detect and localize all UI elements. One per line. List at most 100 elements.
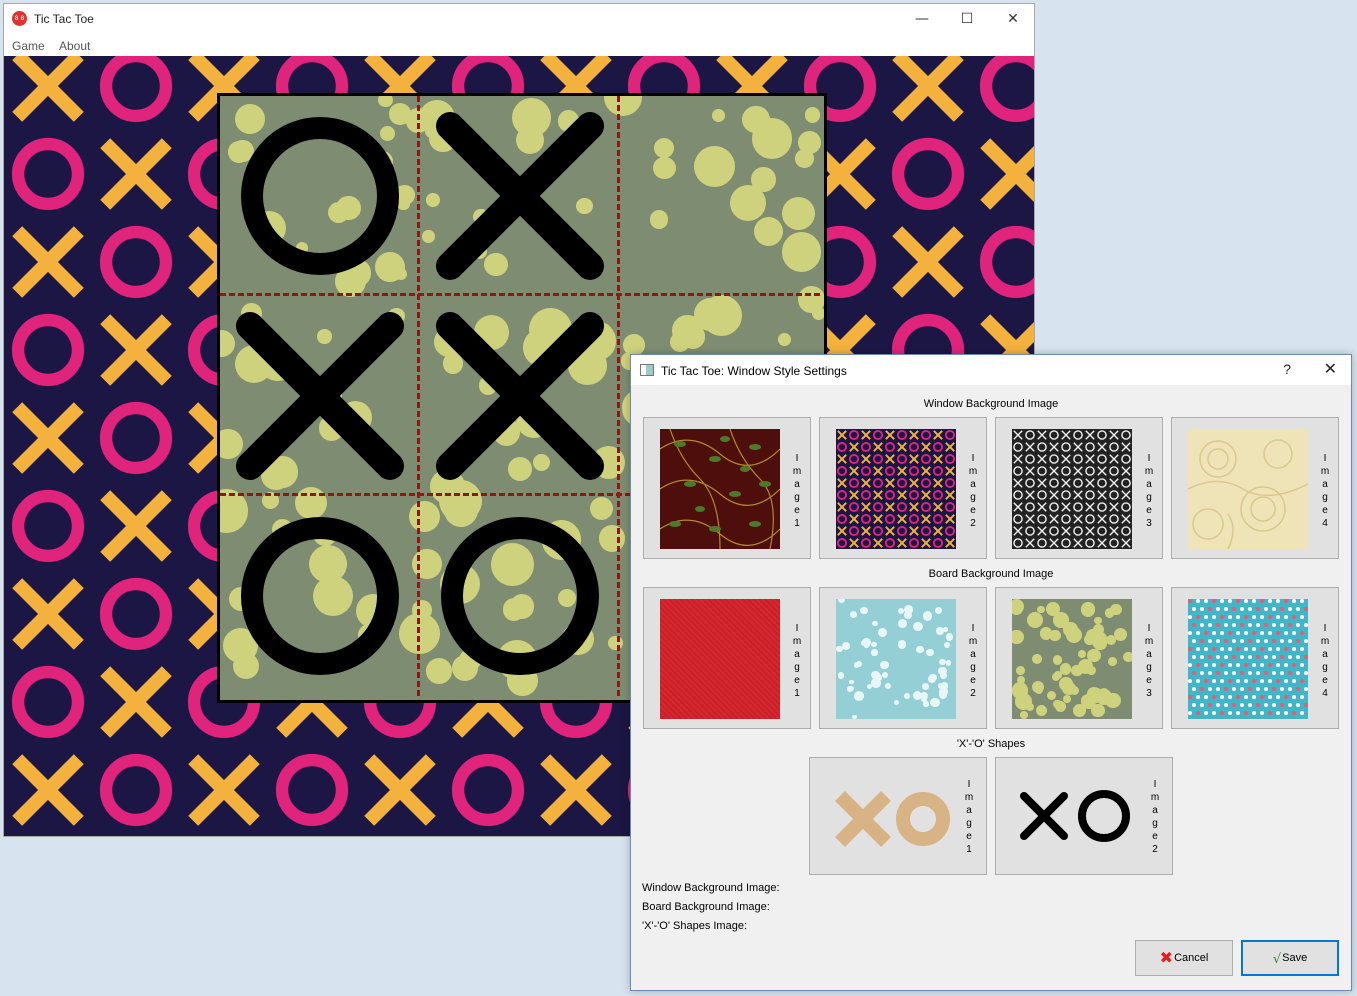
- pattern-o-icon: [972, 56, 1034, 130]
- thumb-dot: [1276, 663, 1280, 667]
- help-icon[interactable]: ?: [1283, 361, 1291, 377]
- thumb-x-icon: [1061, 502, 1071, 512]
- board-bg-image-2-button[interactable]: I m a g e 2: [819, 587, 987, 729]
- cell-x-mark[interactable]: [420, 96, 620, 296]
- thumb-dot: [897, 640, 907, 649]
- thumb-o-icon: [1097, 454, 1107, 464]
- thumb-dot: [1212, 615, 1216, 619]
- thumb-dot: [1272, 607, 1276, 611]
- window-bg-image-2-button[interactable]: I m a g e 2: [819, 417, 987, 559]
- xo-chalk-thumbnail: [1012, 429, 1132, 549]
- thumb-dot: [1031, 654, 1042, 665]
- thumb-dot: [837, 672, 845, 680]
- thumb-dot: [1296, 623, 1300, 627]
- paisley-thumbnail: [1188, 429, 1308, 549]
- thumb-x-icon: [861, 478, 871, 488]
- thumb-o-icon: [932, 537, 944, 549]
- thumb-o-icon: [1049, 502, 1059, 512]
- board-bg-image-4-button[interactable]: I m a g e 4: [1171, 587, 1339, 729]
- thumb-dot: [1272, 671, 1276, 675]
- thumb-dot: [1200, 655, 1204, 659]
- pattern-o-icon: [92, 218, 180, 306]
- thumb-dot: [1192, 639, 1196, 643]
- thumb-dot: [1232, 687, 1236, 691]
- thumb-dot: [1220, 695, 1224, 699]
- minimize-icon[interactable]: —: [899, 4, 945, 34]
- thumb-dot: [1228, 631, 1232, 635]
- thumb-o-icon: [944, 453, 956, 465]
- board-bg-image-3-button[interactable]: I m a g e 3: [995, 587, 1163, 729]
- window-bg-image-3-button[interactable]: I m a g e 3: [995, 417, 1163, 559]
- thumb-dot: [1284, 631, 1288, 635]
- thumb-o-icon: [848, 453, 860, 465]
- thumb-o-icon: [848, 501, 860, 513]
- save-button[interactable]: √Save: [1241, 940, 1339, 976]
- cell-x-mark[interactable]: [220, 296, 420, 496]
- thumb-dot: [923, 701, 929, 707]
- shapes-image-2-button[interactable]: I m a g e 2: [995, 757, 1173, 875]
- thumb-o-icon: [920, 477, 932, 489]
- thumb-dot: [1236, 663, 1240, 667]
- thumb-dot: [1300, 711, 1304, 715]
- thumb-dot: [1204, 695, 1208, 699]
- thumb-dot: [1046, 690, 1056, 700]
- thumb-o-icon: [944, 501, 956, 513]
- thumb-dot: [1252, 711, 1256, 715]
- thumb-dot: [1200, 687, 1204, 691]
- pattern-o-icon: [4, 306, 92, 394]
- cancel-x-icon: ✖: [1159, 948, 1174, 967]
- thumb-dot: [1288, 655, 1292, 659]
- thumb-dot: [1208, 687, 1212, 691]
- thumb-dot: [1212, 695, 1216, 699]
- pattern-x-icon: [92, 306, 180, 394]
- shapes-image-1-button[interactable]: I m a g e 1: [809, 757, 987, 875]
- thumb-dot: [1296, 687, 1300, 691]
- thumb-dot: [1292, 695, 1296, 699]
- thumb-x-icon: [897, 514, 907, 524]
- cell-x-mark[interactable]: [420, 296, 620, 496]
- cancel-button[interactable]: ✖Cancel: [1135, 940, 1233, 976]
- menu-game[interactable]: Game: [12, 39, 45, 53]
- window-bg-image-1-button[interactable]: I m a g e 1: [643, 417, 811, 559]
- thumb-x-icon: [1097, 490, 1107, 500]
- thumb-dot: [1292, 647, 1296, 651]
- cell-o-mark[interactable]: [220, 96, 420, 296]
- thumb-dot: [1268, 679, 1272, 683]
- thumb-o-icon: [944, 525, 956, 537]
- cell-o-mark[interactable]: [220, 496, 420, 696]
- thumb-dot: [1248, 639, 1252, 643]
- thumb-x-icon: [1037, 502, 1047, 512]
- title-bar[interactable]: 8 8 Tic Tac Toe — ☐ ✕: [4, 4, 1034, 34]
- close-icon[interactable]: ✕: [990, 4, 1034, 34]
- thumb-o-icon: [908, 489, 920, 501]
- thumb-dot: [1224, 623, 1228, 627]
- thumb-dot: [1208, 655, 1212, 659]
- thumb-o-icon: [848, 429, 860, 441]
- thumb-dot: [1084, 634, 1096, 645]
- thumb-dot: [1260, 679, 1264, 683]
- dialog-title-bar[interactable]: Tic Tac Toe: Window Style Settings ? ✕: [631, 355, 1351, 385]
- thumb-x-icon: [945, 442, 955, 452]
- thumb-x-icon: [1097, 442, 1107, 452]
- thumb-o-icon: [1061, 538, 1071, 548]
- cell-o-mark[interactable]: [420, 496, 620, 696]
- pattern-x-icon: [180, 746, 268, 834]
- maximize-icon[interactable]: ☐: [944, 4, 990, 34]
- cell-empty[interactable]: [620, 96, 820, 296]
- thumb-x-icon: [1085, 526, 1095, 536]
- thumb-x-icon: [837, 454, 847, 464]
- menu-about[interactable]: About: [59, 39, 90, 53]
- close-icon[interactable]: ✕: [1324, 359, 1337, 378]
- thumb-dot: [1292, 663, 1296, 667]
- thumb-x-icon: [909, 454, 919, 464]
- window-bg-image-4-button[interactable]: I m a g e 4: [1171, 417, 1339, 559]
- board-bg-image-1-button[interactable]: I m a g e 1: [643, 587, 811, 729]
- thumb-dot: [1220, 711, 1224, 715]
- thumb-dot: [1087, 666, 1097, 676]
- thumb-dot: [1204, 679, 1208, 683]
- thumb-dot: [1260, 615, 1264, 619]
- thumb-x-icon: [1049, 442, 1059, 452]
- thumb-dot: [1264, 607, 1268, 611]
- pattern-x-icon: [4, 394, 92, 482]
- thumb-dot: [882, 671, 889, 678]
